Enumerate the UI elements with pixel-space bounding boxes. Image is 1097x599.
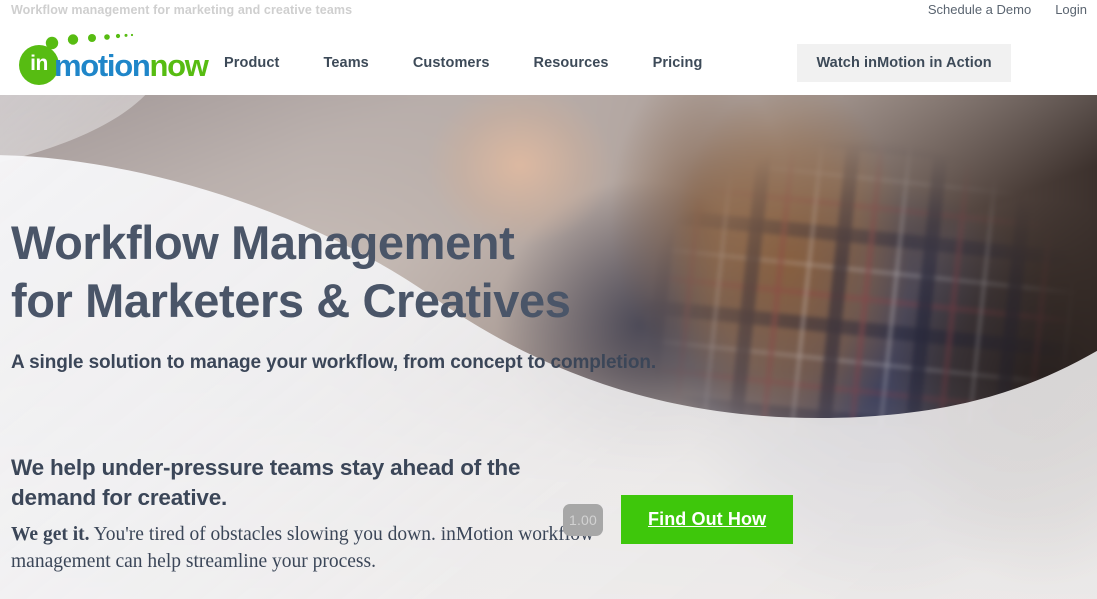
hero-plaid-shirt-texture — [560, 95, 1097, 425]
nav-item-pricing[interactable]: Pricing — [653, 55, 703, 71]
find-out-how-button[interactable]: Find Out How — [621, 495, 794, 544]
hero-body-emphasis: We get it. — [11, 524, 90, 545]
logo-word-now: now — [149, 48, 209, 83]
site-tagline: Workflow management for marketing and cr… — [11, 3, 353, 17]
hero-title: Workflow Management for Marketers & Crea… — [11, 214, 571, 330]
logo-wordmark: motionnow — [54, 48, 209, 83]
nav-item-resources[interactable]: Resources — [534, 55, 609, 71]
utility-links: Schedule a Demo Login — [928, 2, 1087, 17]
site-header: in motionnow Product Teams Customers Res… — [0, 22, 1097, 95]
page-root: Workflow management for marketing and cr… — [0, 0, 1097, 599]
hero-lead-text: We help under-pressure teams stay ahead … — [11, 455, 521, 510]
counter-badge[interactable]: 1.00 — [563, 503, 603, 536]
login-link[interactable]: Login — [1055, 2, 1087, 17]
logo-circle-mark: in — [19, 45, 59, 85]
nav-item-teams[interactable]: Teams — [323, 55, 368, 71]
logo-word-motion: motion — [54, 48, 151, 83]
hero-title-line-1: Workflow Management — [11, 216, 515, 269]
hero-subtitle: A single solution to manage your workflo… — [11, 352, 657, 373]
nav-item-product[interactable]: Product — [224, 55, 279, 71]
logo-inmotionnow[interactable]: in motionnow — [12, 30, 209, 86]
hero-section: Workflow Management for Marketers & Crea… — [0, 95, 1097, 599]
hero-body-rest: You're tired of obstacles slowing you do… — [11, 524, 595, 572]
schedule-demo-link[interactable]: Schedule a Demo — [928, 2, 1031, 17]
hero-body-text: We get it. You're tired of obstacles slo… — [11, 522, 611, 575]
hero-title-line-2: for Marketers & Creatives — [11, 274, 571, 327]
nav-item-customers[interactable]: Customers — [413, 55, 490, 71]
utility-bar: Workflow management for marketing and cr… — [0, 0, 1097, 22]
hero-cta-row: 1.00 Find Out How — [563, 495, 794, 544]
main-navigation: Product Teams Customers Resources Pricin… — [224, 44, 1011, 82]
logo-mark-text: in — [30, 52, 48, 75]
watch-in-action-button[interactable]: Watch inMotion in Action — [797, 44, 1011, 82]
